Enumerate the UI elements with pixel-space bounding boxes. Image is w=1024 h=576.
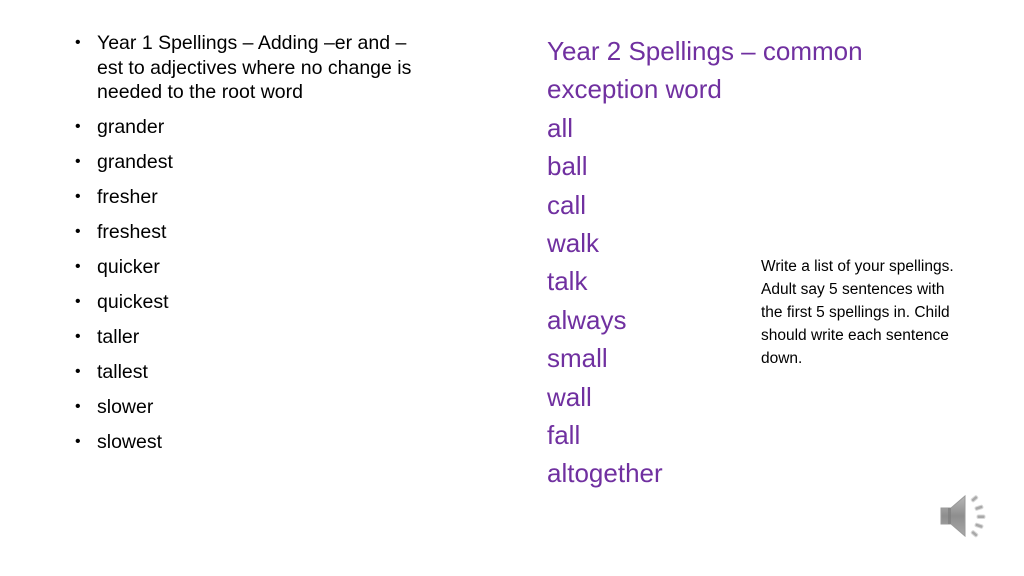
audio-button[interactable] — [938, 490, 994, 542]
list-item-heading: • Year 1 Spellings – Adding –er and –est… — [72, 31, 422, 105]
year1-heading: Year 1 Spellings – Adding –er and –est t… — [97, 32, 412, 103]
bullet-icon: • — [75, 118, 81, 135]
year2-heading-line2: exception word — [547, 74, 722, 105]
exception-word: call — [547, 189, 587, 220]
bullet-icon: • — [75, 34, 81, 51]
spelling-word: grandest — [97, 151, 173, 173]
list-item: • fresher — [72, 185, 422, 210]
spelling-word: slowest — [97, 431, 163, 453]
spelling-word: grander — [97, 116, 165, 138]
list-item: • quicker — [72, 255, 422, 280]
spelling-word: quickest — [97, 291, 169, 313]
bullet-icon: • — [75, 188, 81, 205]
instructions-text: Write a list of your spellings. Adult sa… — [761, 258, 954, 367]
list-item: • quickest — [72, 290, 422, 315]
exception-word: ball — [547, 151, 588, 182]
list-item: • grander — [72, 115, 422, 140]
spelling-word: slower — [97, 396, 154, 418]
bullet-icon: • — [75, 398, 81, 415]
list-item: • taller — [72, 325, 422, 350]
bullet-icon: • — [75, 433, 81, 450]
list-item: • grandest — [72, 150, 422, 175]
bullet-icon: • — [75, 328, 81, 345]
list-item: • tallest — [72, 360, 422, 385]
bullet-icon: • — [75, 293, 81, 310]
spelling-word: freshest — [97, 221, 167, 243]
speaker-icon — [940, 494, 986, 538]
list-item: • slowest — [72, 430, 422, 455]
list-item: • freshest — [72, 220, 422, 245]
bullet-list: • Year 1 Spellings – Adding –er and –est… — [72, 31, 422, 455]
exception-word: all — [547, 112, 574, 143]
year1-spellings-list: • Year 1 Spellings – Adding –er and –est… — [72, 31, 422, 465]
bullet-icon: • — [75, 223, 81, 240]
exception-word: fall — [547, 420, 581, 451]
spelling-word: tallest — [97, 361, 148, 383]
exception-word: wall — [547, 381, 592, 412]
spelling-word: quicker — [97, 256, 160, 278]
spelling-word: taller — [97, 326, 140, 348]
exception-word: altogether — [547, 458, 663, 489]
bullet-icon: • — [75, 363, 81, 380]
bullet-icon: • — [75, 153, 81, 170]
slide: • Year 1 Spellings – Adding –er and –est… — [0, 0, 1024, 576]
spelling-word: fresher — [97, 186, 158, 208]
year2-heading-line1: Year 2 Spellings – common — [547, 36, 863, 66]
list-item: • slower — [72, 395, 422, 420]
bullet-icon: • — [75, 258, 81, 275]
